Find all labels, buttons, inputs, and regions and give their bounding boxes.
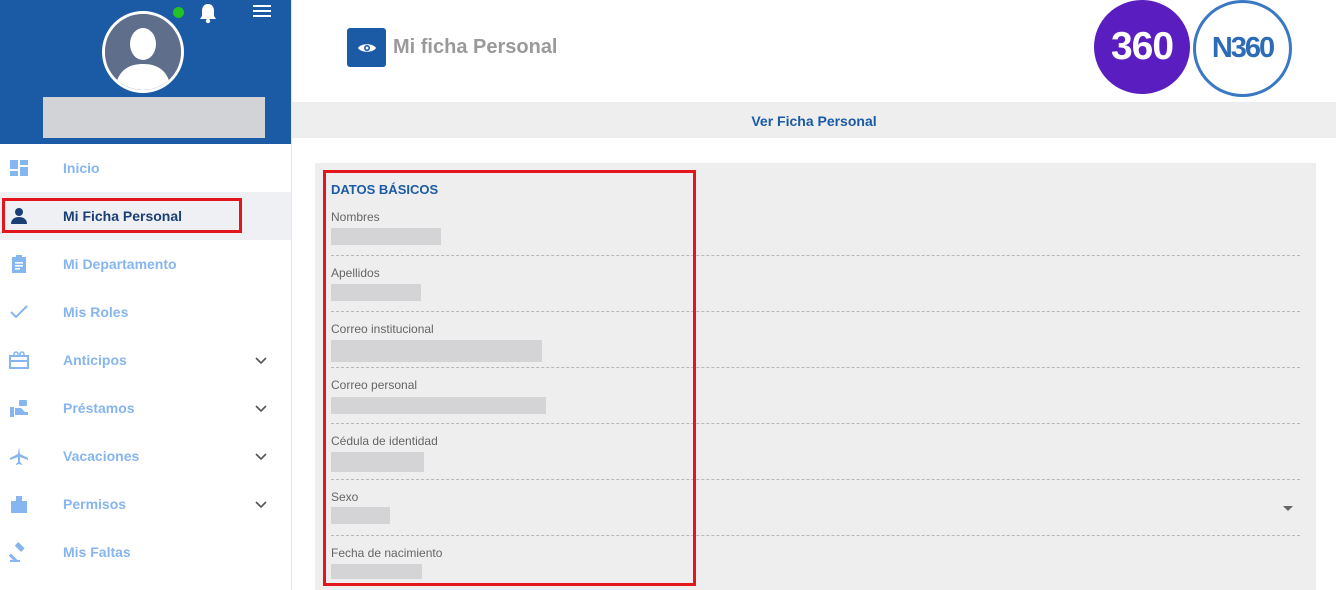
sidebar-header bbox=[0, 0, 291, 144]
360-logo-text: 360 bbox=[1110, 25, 1174, 68]
sidebar-item-label: Mi Departamento bbox=[63, 256, 177, 272]
sidebar-item-label: Permisos bbox=[63, 496, 127, 512]
gavel-icon bbox=[8, 542, 30, 562]
sidebar-item-label: Préstamos bbox=[63, 400, 135, 416]
online-status-indicator bbox=[173, 7, 184, 18]
page-title: Mi ficha Personal bbox=[393, 36, 558, 58]
hand-money-icon bbox=[8, 398, 30, 418]
tab-ver-ficha-personal[interactable]: Ver Ficha Personal bbox=[292, 113, 1336, 129]
eye-icon bbox=[347, 28, 386, 67]
sidebar-item-anticipos[interactable]: Anticipos bbox=[0, 336, 291, 384]
dashboard-icon bbox=[8, 158, 30, 178]
sidebar-item-label: Mis Faltas bbox=[63, 544, 131, 560]
user-silhouette-icon bbox=[105, 14, 181, 90]
sidebar-item-inicio[interactable]: Inicio bbox=[0, 144, 291, 192]
sidebar-item-vacaciones[interactable]: Vacaciones bbox=[0, 432, 291, 480]
sidebar-item-label: Vacaciones bbox=[63, 448, 140, 464]
chevron-down-icon[interactable] bbox=[254, 498, 268, 510]
n360-logo-text: N360 bbox=[1211, 32, 1275, 64]
username-field-redacted bbox=[43, 97, 265, 138]
annotation-highlight-fields bbox=[323, 170, 696, 586]
folder-icon bbox=[8, 494, 30, 514]
sidebar-item-mis-faltas[interactable]: Mis Faltas bbox=[0, 528, 291, 576]
card-giftcard-icon bbox=[8, 350, 30, 370]
sidebar-item-label: Inicio bbox=[63, 160, 100, 176]
sidebar-item-permisos[interactable]: Permisos bbox=[0, 480, 291, 528]
sidebar-item-prestamos[interactable]: Préstamos bbox=[0, 384, 291, 432]
sidebar-item-label: Anticipos bbox=[63, 352, 127, 368]
360-logo: 360 bbox=[1094, 0, 1190, 94]
clipboard-icon bbox=[8, 254, 30, 274]
annotation-highlight-sidebar bbox=[2, 198, 242, 233]
bell-icon[interactable] bbox=[198, 2, 218, 24]
caret-down-icon[interactable] bbox=[1283, 506, 1293, 511]
sidebar-item-label: Mis Roles bbox=[63, 304, 129, 320]
chevron-down-icon[interactable] bbox=[254, 354, 268, 366]
chevron-down-icon[interactable] bbox=[254, 402, 268, 414]
chevron-down-icon[interactable] bbox=[254, 450, 268, 462]
sidebar: Inicio Mi Ficha Personal Mi Departamento… bbox=[0, 0, 292, 590]
n360-logo: N360 bbox=[1193, 0, 1292, 97]
check-icon bbox=[8, 302, 30, 322]
airplane-icon bbox=[8, 446, 30, 466]
sidebar-item-mis-roles[interactable]: Mis Roles bbox=[0, 288, 291, 336]
sidebar-item-mi-departamento[interactable]: Mi Departamento bbox=[0, 240, 291, 288]
avatar[interactable] bbox=[102, 11, 184, 93]
hamburger-menu-icon[interactable] bbox=[253, 4, 273, 20]
tab-bar: Ver Ficha Personal bbox=[292, 102, 1336, 138]
